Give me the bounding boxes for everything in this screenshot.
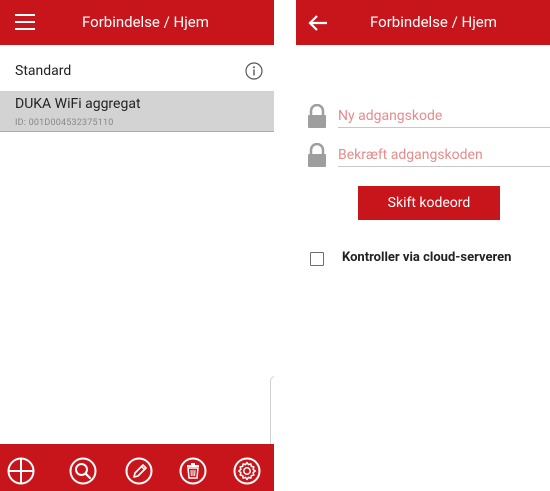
delete-icon[interactable] bbox=[178, 456, 208, 486]
device-list-screen: Forbindelse / Hjem Standard DUKA WiFi ag… bbox=[0, 0, 274, 491]
confirm-password-field[interactable] bbox=[338, 144, 550, 167]
page-title: Forbindelse / Hjem bbox=[82, 13, 209, 31]
standard-section-row: Standard bbox=[0, 57, 274, 87]
hamburger-menu-icon[interactable] bbox=[15, 14, 35, 30]
lock-icon bbox=[308, 143, 326, 167]
device-id: ID: 001D004532375110 bbox=[15, 118, 114, 128]
edit-icon[interactable] bbox=[124, 456, 154, 486]
info-icon[interactable] bbox=[245, 62, 263, 80]
add-icon[interactable] bbox=[6, 456, 36, 486]
scroll-edge bbox=[270, 376, 274, 445]
change-password-button[interactable]: Skift kodeord bbox=[358, 186, 500, 220]
bottom-toolbar bbox=[0, 444, 274, 491]
search-icon[interactable] bbox=[68, 456, 98, 486]
app-bar: Forbindelse / Hjem bbox=[0, 0, 274, 45]
settings-icon[interactable] bbox=[232, 456, 262, 486]
app-bar: Forbindelse / Hjem bbox=[296, 0, 550, 45]
device-list-item[interactable]: DUKA WiFi aggregat ID: 001D004532375110 bbox=[0, 91, 274, 132]
page-title: Forbindelse / Hjem bbox=[370, 13, 497, 31]
back-arrow-icon[interactable] bbox=[306, 11, 330, 35]
device-name: DUKA WiFi aggregat bbox=[15, 96, 141, 112]
lock-icon bbox=[308, 104, 326, 128]
section-label: Standard bbox=[15, 63, 72, 79]
cloud-control-label: Kontroller via cloud-serveren bbox=[342, 250, 512, 265]
new-password-field[interactable] bbox=[338, 105, 550, 128]
password-screen: Forbindelse / Hjem Skift kodeord Kontrol… bbox=[296, 0, 550, 491]
cloud-control-checkbox[interactable] bbox=[310, 252, 324, 266]
